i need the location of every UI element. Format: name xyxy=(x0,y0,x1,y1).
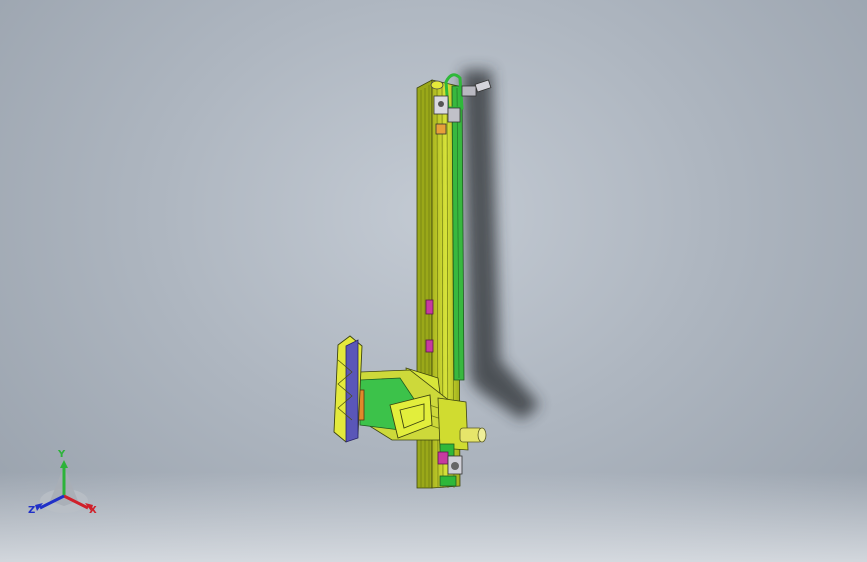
triad-y-label: Y xyxy=(58,449,66,460)
model-shadow xyxy=(462,70,540,420)
orientation-triad: Y X Z xyxy=(22,446,112,526)
triad-graphic xyxy=(35,460,93,513)
triad-x-label: X xyxy=(89,505,97,516)
left-pad-plate[interactable] xyxy=(333,335,363,443)
graphics-viewport[interactable]: Y X Z xyxy=(0,0,867,562)
cad-model-assembly[interactable] xyxy=(0,0,867,562)
triad-z-label: Z xyxy=(28,505,36,516)
